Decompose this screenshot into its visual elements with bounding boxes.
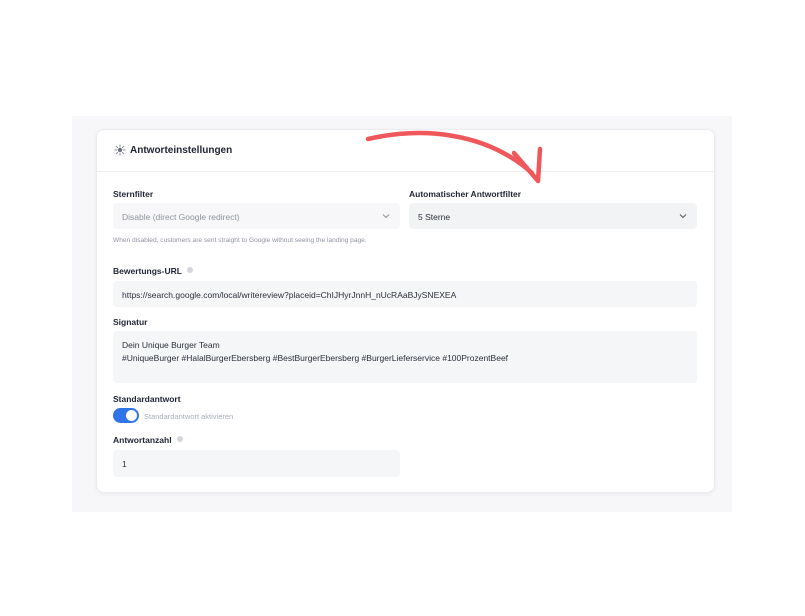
chevron-down-icon <box>382 214 390 219</box>
star-filter-label: Sternfilter <box>113 189 154 199</box>
star-filter-hint: When disabled, customers are sent straig… <box>113 237 367 244</box>
auto-reply-filter-value: 5 Sterne <box>418 212 451 222</box>
review-url-label-text: Bewertungs-URL <box>113 266 182 276</box>
reply-count-input[interactable]: 1 <box>113 450 400 477</box>
toggle-knob <box>126 410 137 421</box>
reply-count-value: 1 <box>122 459 127 469</box>
info-icon[interactable] <box>186 267 193 273</box>
reply-count-label-text: Antwortanzahl <box>113 435 172 445</box>
signature-textarea[interactable]: Dein Unique Burger Team #UniqueBurger #H… <box>113 331 697 383</box>
star-filter-value: Disable (direct Google redirect) <box>122 212 240 222</box>
card-title: Antworteinstellungen <box>130 145 233 156</box>
review-url-label: Bewertungs-URL <box>113 266 193 276</box>
star-filter-select[interactable]: Disable (direct Google redirect) <box>113 203 400 229</box>
review-url-value: https://search.google.com/local/writerev… <box>122 290 457 300</box>
chevron-down-icon <box>679 214 687 219</box>
reply-count-label: Antwortanzahl <box>113 435 183 445</box>
default-reply-toggle-label: Standardantwort aktivieren <box>144 412 234 421</box>
info-icon[interactable] <box>176 436 183 442</box>
signature-line-2: #UniqueBurger #HalalBurgerEbersberg #Bes… <box>122 353 509 363</box>
default-reply-toggle[interactable] <box>113 408 139 423</box>
signature-label: Signatur <box>113 317 148 327</box>
auto-reply-filter-select[interactable]: 5 Sterne <box>409 203 697 229</box>
signature-line-1: Dein Unique Burger Team <box>122 340 220 350</box>
review-url-input[interactable]: https://search.google.com/local/writerev… <box>113 281 697 307</box>
annotation-arrow-icon <box>365 130 543 184</box>
settings-sparkle-icon <box>114 144 126 156</box>
default-reply-label: Standardantwort <box>113 394 181 404</box>
